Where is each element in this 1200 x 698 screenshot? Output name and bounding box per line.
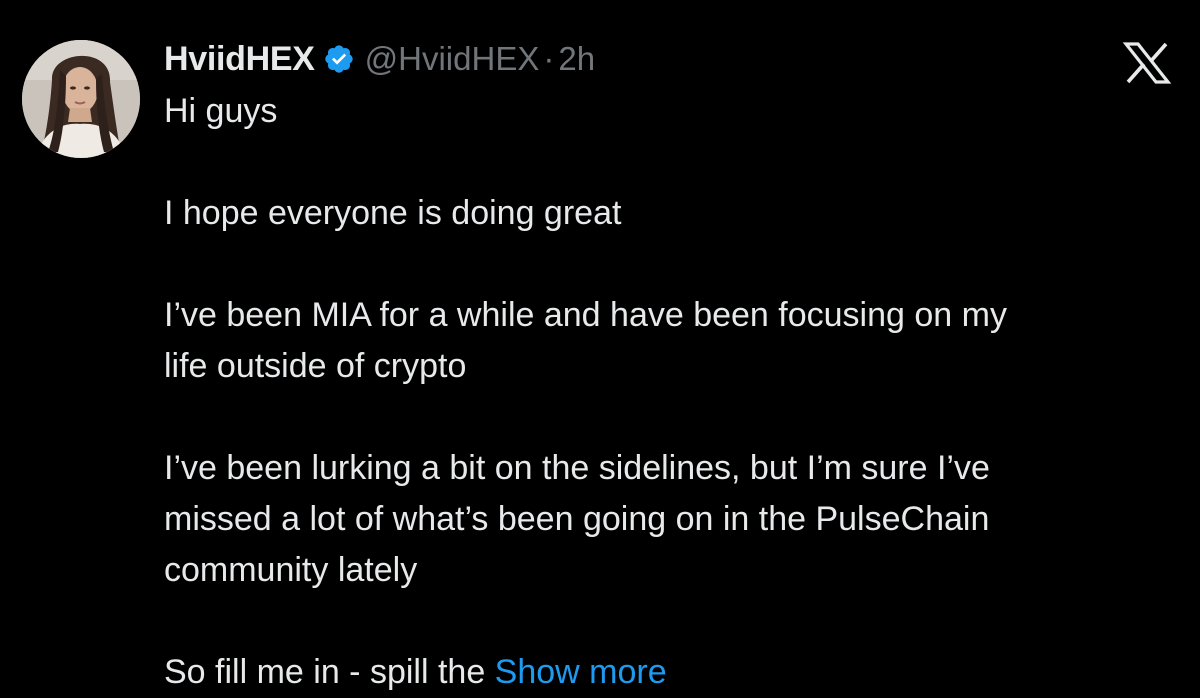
- tweet-text-last-line: So fill me in - spill the Show more: [164, 647, 1174, 698]
- display-name[interactable]: HviidHEX: [164, 40, 315, 79]
- tweet-text-line: I’ve been MIA for a while and have been …: [164, 296, 1007, 334]
- tweet-header: HviidHEX @HviidHEX · 2h: [164, 34, 595, 84]
- avatar[interactable]: [22, 40, 140, 158]
- tweet-text-line: I hope everyone is doing great: [164, 194, 622, 232]
- show-more-link[interactable]: Show more: [495, 653, 667, 691]
- tweet-text: Hi guys I hope everyone is doing great I…: [164, 86, 1174, 698]
- tweet-text-line: Hi guys: [164, 92, 278, 130]
- user-handle[interactable]: @HviidHEX: [365, 40, 540, 78]
- tweet-text-line: community lately: [164, 551, 418, 589]
- header-separator: ·: [543, 40, 555, 77]
- verified-badge-icon: [323, 43, 355, 75]
- tweet-card: HviidHEX @HviidHEX · 2h Hi guys I hope e…: [0, 0, 1200, 697]
- tweet-text-truncated: So fill me in - spill the: [164, 653, 495, 691]
- avatar-image: [22, 40, 140, 158]
- tweet-text-line: life outside of crypto: [164, 347, 467, 385]
- x-logo-icon[interactable]: [1122, 42, 1172, 84]
- timestamp[interactable]: 2h: [558, 40, 595, 78]
- tweet-text-line: missed a lot of what’s been going on in …: [164, 500, 990, 538]
- tweet-text-line: I’ve been lurking a bit on the sidelines…: [164, 449, 990, 487]
